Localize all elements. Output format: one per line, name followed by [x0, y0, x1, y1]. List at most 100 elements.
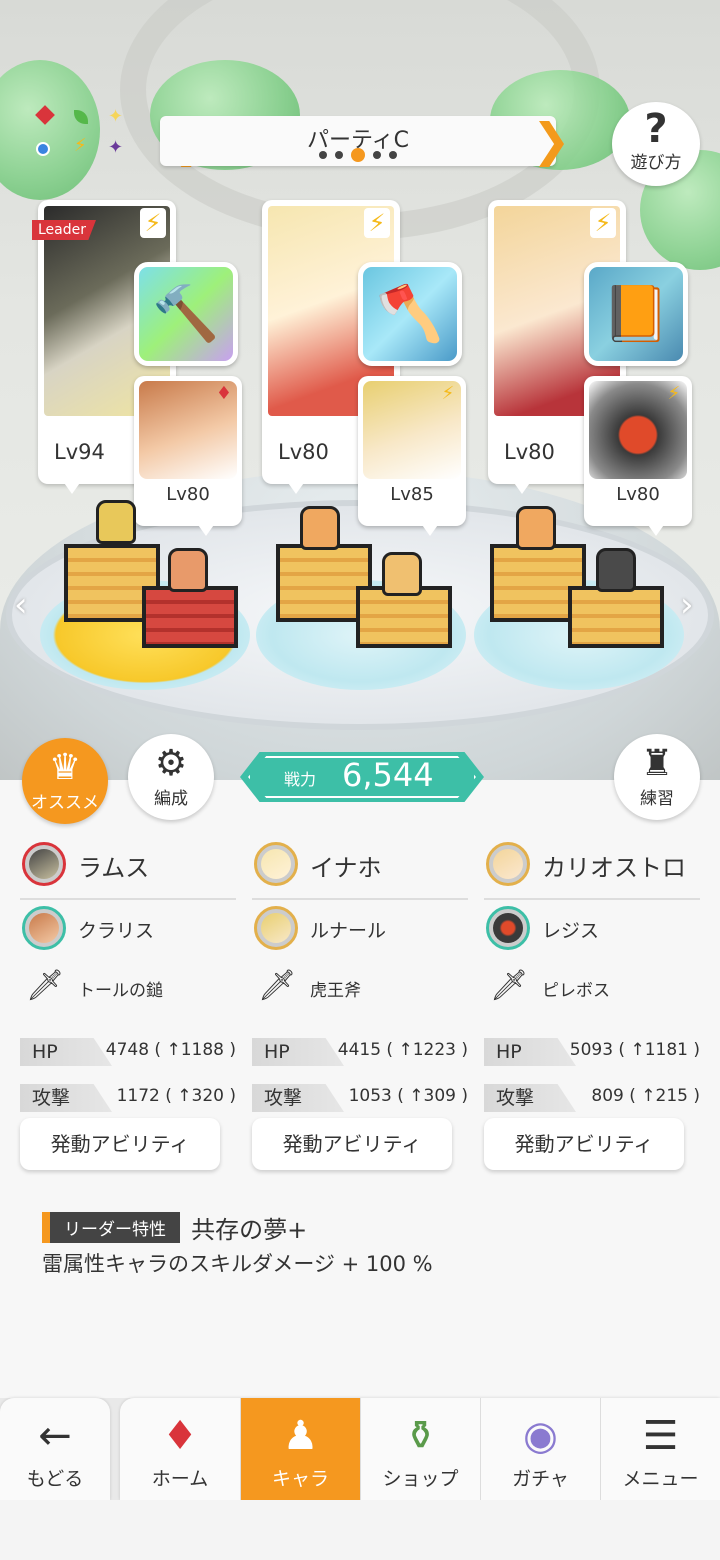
sub-level: Lv80 — [616, 484, 660, 505]
nav-home[interactable]: ♦ ホーム — [120, 1398, 240, 1500]
attack-value: 1053 ( ↑309 ) — [348, 1086, 468, 1106]
ability-button-3[interactable]: 発動アビリティ — [484, 1118, 684, 1170]
sub-member-row[interactable]: ルナール — [252, 906, 468, 964]
weapon-slot-1[interactable]: 🔨 — [134, 262, 238, 366]
page-dot[interactable] — [335, 151, 343, 159]
leader-skill-description: 雷属性キャラのスキルダメージ + 100 % — [42, 1252, 433, 1276]
lightning-icon: ⚡ — [364, 208, 390, 238]
pixel-block — [142, 586, 238, 648]
sub-member-name: レジス — [542, 920, 600, 942]
sub-member-row[interactable]: レジス — [484, 906, 700, 964]
avatar — [22, 906, 66, 950]
dark-element-icon: ✦ — [108, 137, 124, 158]
formation-label: 編成 — [154, 789, 188, 809]
recommend-label: オススメ — [31, 793, 99, 813]
character-icon: ♟ — [282, 1413, 319, 1459]
chibi-sprite — [168, 548, 208, 592]
formation-button[interactable]: ⚙ 編成 — [128, 734, 214, 820]
recommend-button[interactable]: ♛ オススメ — [22, 738, 108, 824]
hp-stat: HP 5093 ( ↑1181 ) — [484, 1038, 700, 1068]
page-dot[interactable] — [319, 151, 327, 159]
hp-value: 5093 ( ↑1181 ) — [569, 1040, 700, 1060]
party-page-dots — [160, 148, 556, 162]
hp-value: 4748 ( ↑1188 ) — [105, 1040, 236, 1060]
weapon-slot-2[interactable]: 🪓 — [358, 262, 462, 366]
hp-label: HP — [252, 1038, 344, 1066]
hp-value: 4415 ( ↑1223 ) — [337, 1040, 468, 1060]
nav-tabs: ♦ ホーム ♟ キャラ ⚱ ショップ ◉ ガチャ ☰ メニュー — [120, 1398, 720, 1500]
attack-value: 1172 ( ↑320 ) — [116, 1086, 236, 1106]
scene-left-arrow[interactable]: ‹ — [14, 585, 28, 625]
sub-member-name: ルナール — [310, 920, 387, 942]
weapon-icon: 🗡 — [490, 968, 529, 1003]
card-tail — [62, 480, 82, 494]
member-column-2: イナホ ルナール 🗡 虎王斧 HP 4415 ( ↑1223 ) 攻撃 1053… — [252, 842, 468, 1114]
weapon-row[interactable]: 🗡 ピレボス — [484, 964, 700, 1022]
avatar — [486, 906, 530, 950]
page-dot[interactable] — [373, 151, 381, 159]
ability-button-1[interactable]: 発動アビリティ — [20, 1118, 220, 1170]
nav-menu[interactable]: ☰ メニュー — [600, 1398, 720, 1500]
lightning-icon: ⚡ — [441, 383, 455, 404]
card-tail — [196, 522, 216, 536]
lightning-element-icon: ⚡ — [74, 135, 87, 156]
sub-level: Lv85 — [390, 484, 434, 505]
ability-button-2[interactable]: 発動アビリティ — [252, 1118, 452, 1170]
weapon-name: ピレボス — [542, 981, 610, 1001]
card-tail — [420, 522, 440, 536]
nav-gacha[interactable]: ◉ ガチャ — [480, 1398, 600, 1500]
hp-label: HP — [20, 1038, 112, 1066]
scene-right-arrow[interactable]: › — [680, 585, 694, 625]
recommend-icon: ♛ — [48, 747, 82, 788]
chibi-sprite — [300, 506, 340, 550]
weapon-row[interactable]: 🗡 虎王斧 — [252, 964, 468, 1022]
nav-shop-label: ショップ — [382, 1468, 459, 1490]
power-value: 6,544 — [342, 756, 434, 794]
avatar — [254, 842, 298, 886]
weapon-slot-3[interactable]: 📙 — [584, 262, 688, 366]
nav-chara[interactable]: ♟ キャラ — [240, 1398, 360, 1500]
card-tail — [646, 522, 666, 536]
nav-shop[interactable]: ⚱ ショップ — [360, 1398, 480, 1500]
nav-menu-label: メニュー — [622, 1468, 699, 1490]
back-button[interactable]: ← もどる — [0, 1398, 110, 1500]
sub-character-card-1[interactable]: ♦ Lv80 — [134, 376, 242, 526]
training-button[interactable]: ♜ 練習 — [614, 734, 700, 820]
member-column-3: カリオストロ レジス 🗡 ピレボス HP 5093 ( ↑1181 ) 攻撃 8… — [484, 842, 700, 1114]
fire-element-icon: ♦ — [215, 383, 233, 404]
sub-level: Lv80 — [166, 484, 210, 505]
sub-character-card-2[interactable]: ⚡ Lv85 — [358, 376, 466, 526]
lightning-icon: ⚡ — [140, 208, 166, 238]
element-filter-icon[interactable]: ✦ ⚡ ✦ — [34, 105, 130, 168]
weapon-name: トールの鎚 — [78, 981, 163, 1001]
hammer-icon: 🔨 — [152, 282, 220, 345]
power-badge: 戦力 6,544 — [240, 752, 484, 802]
main-member-row[interactable]: イナホ — [252, 842, 468, 900]
page-dot-active[interactable] — [351, 148, 365, 162]
lightning-icon: ⚡ — [590, 208, 616, 238]
training-dummy-icon: ♜ — [640, 743, 674, 784]
main-member-row[interactable]: カリオストロ — [484, 842, 700, 900]
fire-element-icon — [35, 105, 55, 125]
hp-stat: HP 4415 ( ↑1223 ) — [252, 1038, 468, 1068]
gacha-portal-icon: ◉ — [523, 1413, 558, 1459]
book-icon: 📙 — [602, 282, 670, 345]
help-button[interactable]: ? 遊び方 — [612, 102, 700, 186]
attack-label: 攻撃 — [252, 1084, 344, 1112]
sub-member-row[interactable]: クラリス — [20, 906, 236, 964]
weapon-name: 虎王斧 — [310, 981, 361, 1001]
card-tail — [512, 480, 532, 494]
page-dot[interactable] — [389, 151, 397, 159]
chibi-sprite — [596, 548, 636, 592]
attack-stat: 攻撃 809 ( ↑215 ) — [484, 1084, 700, 1114]
main-member-row[interactable]: ラムス — [20, 842, 236, 900]
weapon-row[interactable]: 🗡 トールの鎚 — [20, 964, 236, 1022]
question-icon: ? — [644, 106, 668, 152]
party-next-arrow[interactable]: ❯ — [532, 117, 571, 163]
weapon-icon: 🗡 — [26, 968, 65, 1003]
avatar — [254, 906, 298, 950]
leader-skill: リーダー特性 共存の夢+ — [42, 1210, 307, 1245]
chibi-sprite — [516, 506, 556, 550]
nav-gacha-label: ガチャ — [512, 1468, 569, 1490]
sub-character-card-3[interactable]: ⚡ Lv80 — [584, 376, 692, 526]
